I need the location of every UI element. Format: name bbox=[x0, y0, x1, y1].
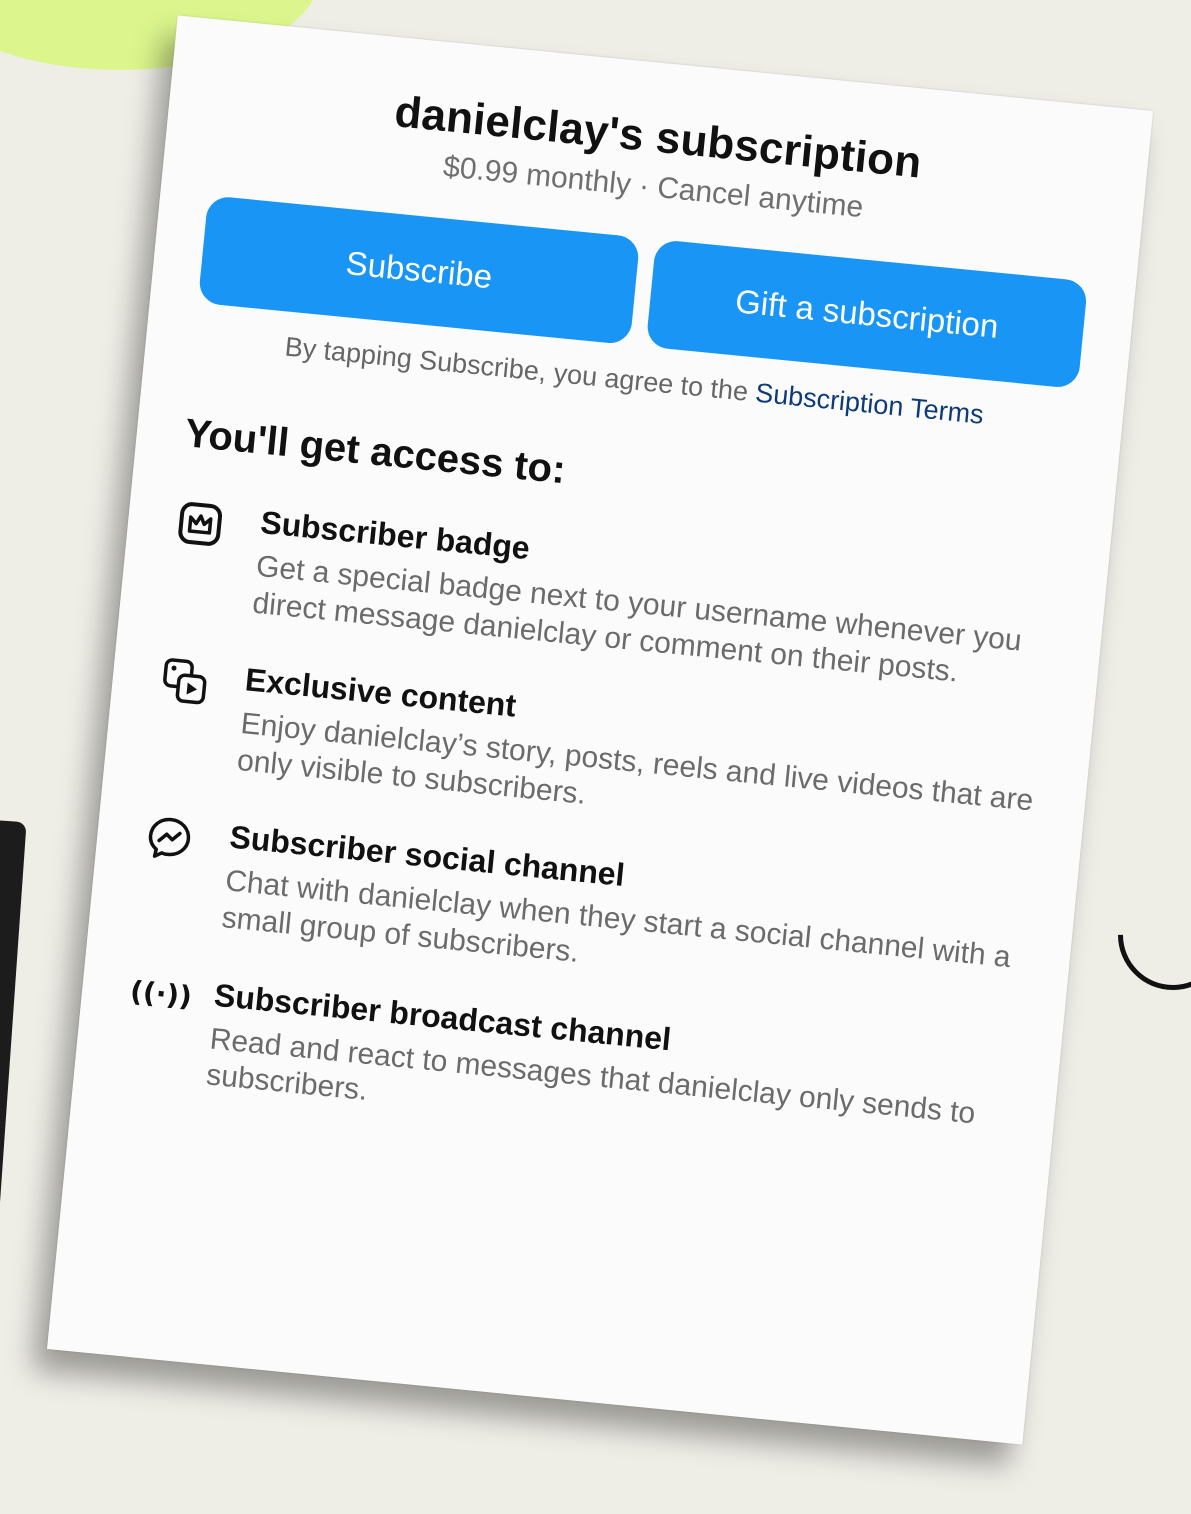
photo-background: danielclay's subscription $0.99 monthly … bbox=[0, 0, 1191, 1514]
subscription-sheet: danielclay's subscription $0.99 monthly … bbox=[46, 15, 1154, 1445]
decorative-curve bbox=[1095, 857, 1191, 1013]
broadcast-glyph: ((·)) bbox=[128, 974, 194, 1013]
crown-badge-icon bbox=[167, 496, 262, 622]
decorative-edge bbox=[0, 818, 27, 1242]
gift-subscription-button[interactable]: Gift a subscription bbox=[645, 239, 1089, 389]
photo-video-icon bbox=[152, 653, 247, 779]
broadcast-icon: ((·)) bbox=[121, 968, 216, 1094]
messenger-icon bbox=[136, 811, 231, 937]
subscription-terms-link[interactable]: Subscription Terms bbox=[754, 378, 985, 430]
subscribe-button[interactable]: Subscribe bbox=[197, 195, 641, 346]
